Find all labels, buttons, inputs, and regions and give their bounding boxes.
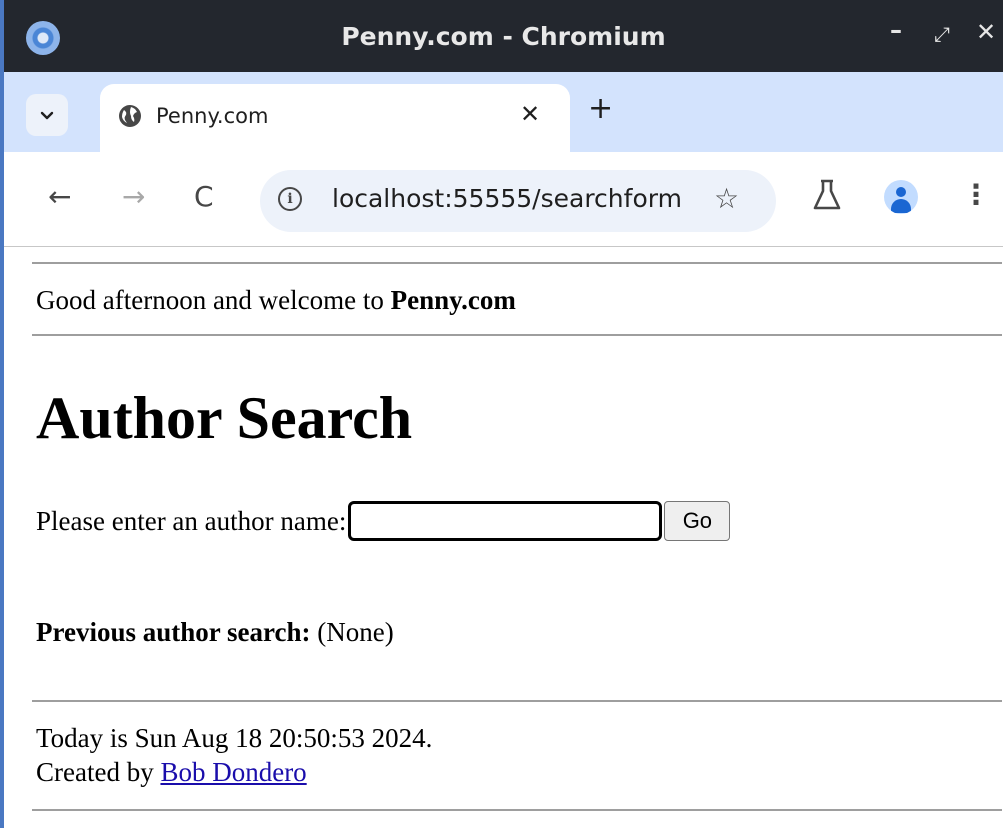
- browser-window: Penny.com - Chromium – ⤢ ✕ Penny.com ✕ +…: [0, 0, 1003, 828]
- title-bar: Penny.com - Chromium – ⤢ ✕: [4, 0, 1003, 72]
- header-divider-top: [32, 262, 1002, 264]
- profile-body: [891, 199, 911, 213]
- forward-button[interactable]: →: [122, 182, 145, 212]
- created-by-prefix: Created by: [36, 757, 161, 787]
- minimize-button[interactable]: –: [890, 16, 902, 44]
- reload-button[interactable]: C: [194, 182, 214, 212]
- footer-divider-top: [32, 700, 1002, 702]
- author-link[interactable]: Bob Dondero: [160, 757, 306, 787]
- created-by-line: Created by Bob Dondero: [36, 755, 432, 789]
- address-bar[interactable]: i localhost:55555/searchform ☆: [260, 170, 776, 232]
- browser-toolbar: ← → C i localhost:55555/searchform ☆ ⋮: [4, 152, 1003, 247]
- greeting-text: Good afternoon and welcome to Penny.com: [36, 285, 516, 316]
- header-divider-bottom: [32, 334, 1002, 336]
- author-name-label: Please enter an author name:: [36, 505, 347, 536]
- profile-head: [896, 187, 906, 197]
- tab-search-button[interactable]: [26, 94, 68, 136]
- author-name-input[interactable]: [348, 501, 663, 541]
- profile-avatar-icon[interactable]: [884, 180, 918, 214]
- previous-search-value: (None): [310, 617, 394, 647]
- labs-flask-icon[interactable]: [812, 178, 842, 212]
- window-title: Penny.com - Chromium: [341, 22, 666, 51]
- page-title: Author Search: [36, 385, 413, 451]
- page-content: Good afternoon and welcome to Penny.com …: [4, 247, 1003, 828]
- close-tab-button[interactable]: ✕: [520, 100, 540, 128]
- search-form: Please enter an author name: Go: [36, 501, 731, 541]
- url-text[interactable]: localhost:55555/searchform: [332, 184, 682, 213]
- greeting-site-name: Penny.com: [390, 285, 516, 315]
- browser-menu-button[interactable]: ⋮: [962, 178, 990, 211]
- new-tab-button[interactable]: +: [588, 94, 613, 124]
- previous-search: Previous author search: (None): [36, 617, 394, 648]
- site-info-icon[interactable]: i: [278, 187, 302, 211]
- go-button[interactable]: Go: [664, 501, 731, 541]
- tab-penny[interactable]: Penny.com ✕: [100, 84, 570, 152]
- previous-search-label: Previous author search:: [36, 617, 311, 647]
- globe-icon: [119, 105, 141, 127]
- greeting-prefix: Good afternoon and welcome to: [36, 285, 391, 315]
- date-text: Today is Sun Aug 18 20:50:53 2024.: [36, 723, 433, 753]
- close-window-button[interactable]: ✕: [976, 18, 996, 46]
- bookmark-star-icon[interactable]: ☆: [714, 182, 739, 215]
- tab-strip: Penny.com ✕ +: [4, 72, 1003, 152]
- footer-divider-bottom: [32, 809, 1002, 811]
- chevron-down-icon: [40, 111, 54, 120]
- back-button[interactable]: ←: [48, 182, 71, 212]
- tab-title: Penny.com: [156, 104, 269, 128]
- footer: Today is Sun Aug 18 20:50:53 2024. Creat…: [36, 721, 432, 789]
- maximize-button[interactable]: ⤢: [934, 22, 950, 46]
